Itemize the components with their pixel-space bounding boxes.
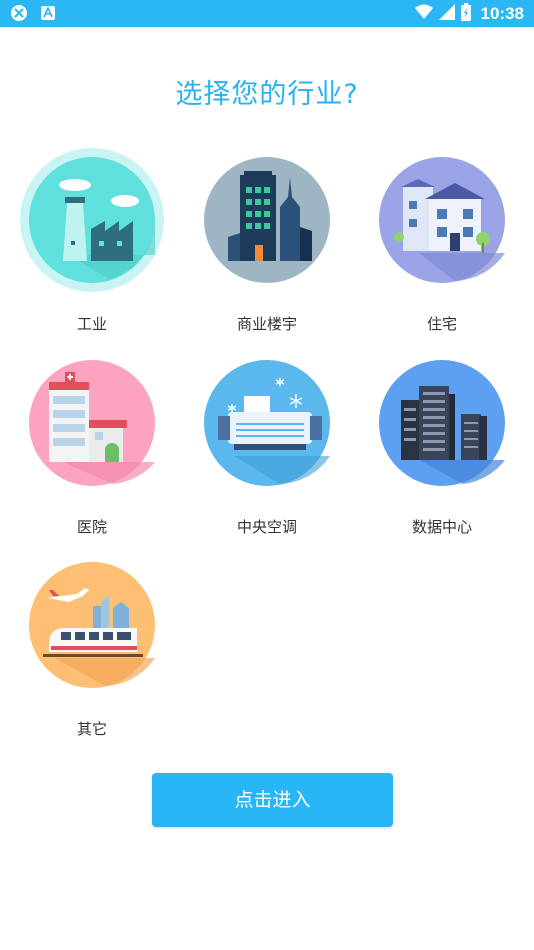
app-notification-icon	[10, 4, 28, 26]
industry-item-industrial[interactable]: 工业	[12, 148, 172, 337]
industry-item-hospital[interactable]: 医院	[12, 360, 172, 540]
industry-item-other[interactable]: 其它	[12, 562, 172, 742]
factory-icon	[29, 157, 155, 283]
page-title: 选择您的行业?	[175, 79, 359, 110]
wifi-icon	[414, 4, 433, 24]
industry-item-commercial-building[interactable]: 商业楼宇	[187, 157, 347, 337]
industry-label: 数据中心	[411, 518, 472, 536]
a-notification-icon	[40, 5, 56, 25]
residence-icon	[379, 157, 505, 283]
status-bar: 10:38	[0, 0, 534, 27]
industry-item-data-center[interactable]: 数据中心	[362, 360, 522, 540]
industry-item-central-ac[interactable]: 中央空调	[187, 360, 347, 540]
server-rack-icon	[379, 360, 505, 486]
industry-label: 其它	[76, 720, 107, 738]
industry-label: 工业	[76, 315, 107, 333]
office-building-icon	[204, 157, 330, 283]
cellular-signal-icon	[438, 4, 455, 24]
hospital-icon	[29, 360, 155, 486]
enter-button[interactable]: 点击进入	[152, 773, 393, 827]
industry-label: 中央空调	[236, 518, 297, 536]
transport-icon	[29, 562, 155, 688]
battery-charging-icon	[460, 3, 471, 25]
industry-item-residence[interactable]: 住宅	[362, 157, 522, 337]
industry-label: 医院	[76, 518, 107, 536]
air-conditioner-icon	[204, 360, 330, 486]
status-time: 10:38	[480, 4, 524, 23]
industry-label: 住宅	[426, 315, 457, 333]
industry-label: 商业楼宇	[236, 315, 297, 333]
